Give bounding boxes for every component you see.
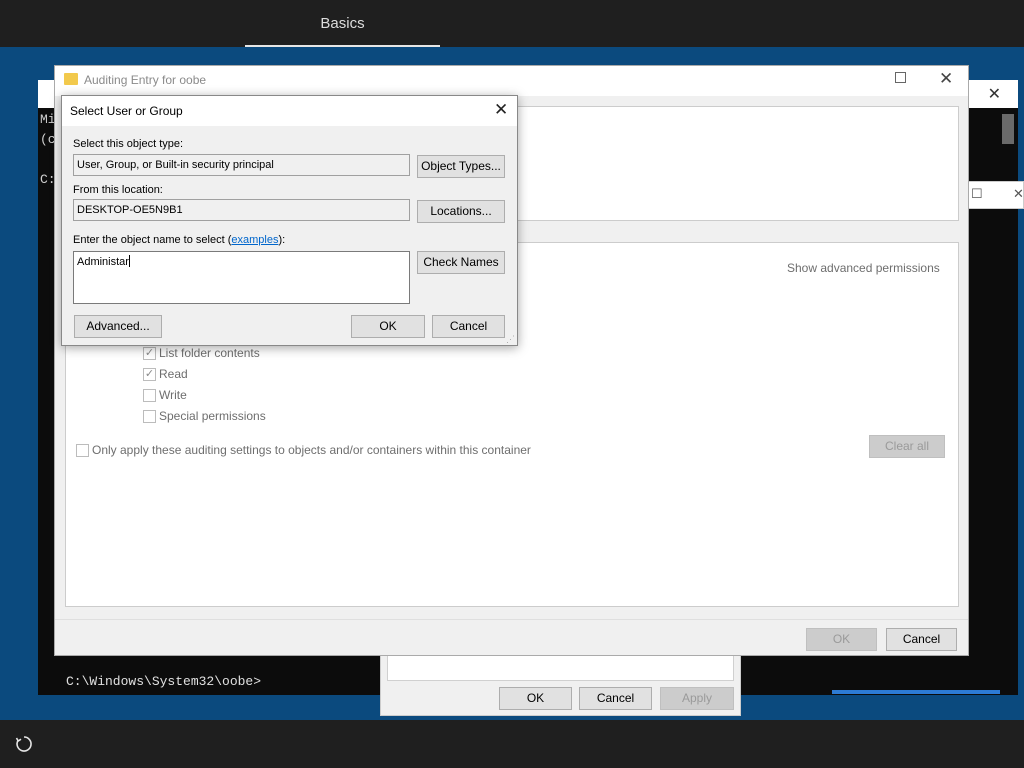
close-icon[interactable]: ✕ [939, 69, 953, 89]
enter-name-label: Enter the object name to select (example… [73, 234, 285, 246]
resize-grip-icon[interactable]: ⋰ [506, 334, 516, 344]
object-types-button[interactable]: Object Types... [417, 155, 505, 178]
checkbox-unchecked[interactable] [143, 389, 156, 402]
checkbox-checked[interactable]: ✓ [143, 368, 156, 381]
tab-basics-label: Basics [320, 15, 365, 32]
audit-ok-button[interactable]: OK [806, 628, 877, 651]
audit-title: Auditing Entry for oobe [84, 73, 207, 87]
object-type-field: User, Group, or Built-in security princi… [73, 154, 410, 176]
location-field: DESKTOP-OE5N9B1 [73, 199, 410, 221]
object-name-value: Administar [77, 256, 129, 268]
location-label: From this location: [73, 184, 163, 196]
maximize-icon[interactable]: ☐ [971, 186, 983, 202]
partial-window: ☐ ✕ [968, 181, 1024, 209]
cmd-close-icon[interactable]: ✕ [988, 84, 1001, 104]
select-title-bar: Select User or Group ✕ [62, 96, 517, 126]
object-name-input[interactable]: Administar [73, 251, 410, 304]
object-type-label: Select this object type: [73, 138, 184, 150]
perm-label: Write [159, 388, 187, 402]
audit-title-bar: Auditing Entry for oobe ✕ [55, 66, 968, 96]
folder-icon [64, 73, 78, 85]
audit-cancel-button[interactable]: Cancel [886, 628, 957, 651]
security-cancel-button[interactable]: Cancel [579, 687, 652, 710]
accessibility-icon[interactable] [15, 735, 33, 753]
perm-label: Special permissions [159, 409, 266, 423]
select-ok-button[interactable]: OK [351, 315, 425, 338]
security-dialog: OK Cancel Apply [380, 650, 741, 716]
perm-label: Read [159, 367, 188, 381]
checkbox-unchecked[interactable] [143, 410, 156, 423]
show-advanced-permissions-link[interactable]: Show advanced permissions [787, 261, 940, 275]
enter-name-suffix: ): [278, 234, 286, 246]
perm-label: List folder contents [159, 346, 260, 360]
maximize-icon[interactable] [895, 72, 906, 83]
advanced-button[interactable]: Advanced... [74, 315, 162, 338]
locations-button[interactable]: Locations... [417, 200, 505, 223]
close-icon[interactable]: ✕ [1013, 186, 1024, 202]
enter-name-text: Enter the object name to select ( [73, 234, 232, 246]
check-names-button[interactable]: Check Names [417, 251, 505, 274]
tab-underline [245, 45, 440, 47]
select-user-dialog: Select User or Group ✕ Select this objec… [61, 95, 518, 346]
close-icon[interactable]: ✕ [494, 100, 508, 120]
cmd-prompt: C:\Windows\System32\oobe> [66, 674, 262, 689]
cmd-scrollbar[interactable] [1002, 114, 1014, 144]
security-ok-button[interactable]: OK [499, 687, 572, 710]
examples-link[interactable]: examples [231, 234, 278, 246]
apply-only-label: Only apply these auditing settings to ob… [92, 443, 531, 457]
apply-only-checkbox[interactable] [76, 444, 89, 457]
oobe-top-bar: Basics [0, 0, 1024, 47]
progress-line [832, 690, 1000, 694]
security-apply-button[interactable]: Apply [660, 687, 734, 710]
audit-footer: OK Cancel [55, 619, 968, 655]
oobe-bottom-bar [0, 720, 1024, 768]
text-caret [128, 255, 130, 267]
checkbox-checked[interactable]: ✓ [143, 347, 156, 360]
clear-all-button[interactable]: Clear all [869, 435, 945, 458]
security-list [387, 655, 734, 681]
select-title: Select User or Group [70, 104, 183, 118]
select-cancel-button[interactable]: Cancel [432, 315, 505, 338]
tab-basics[interactable]: Basics [245, 0, 440, 47]
